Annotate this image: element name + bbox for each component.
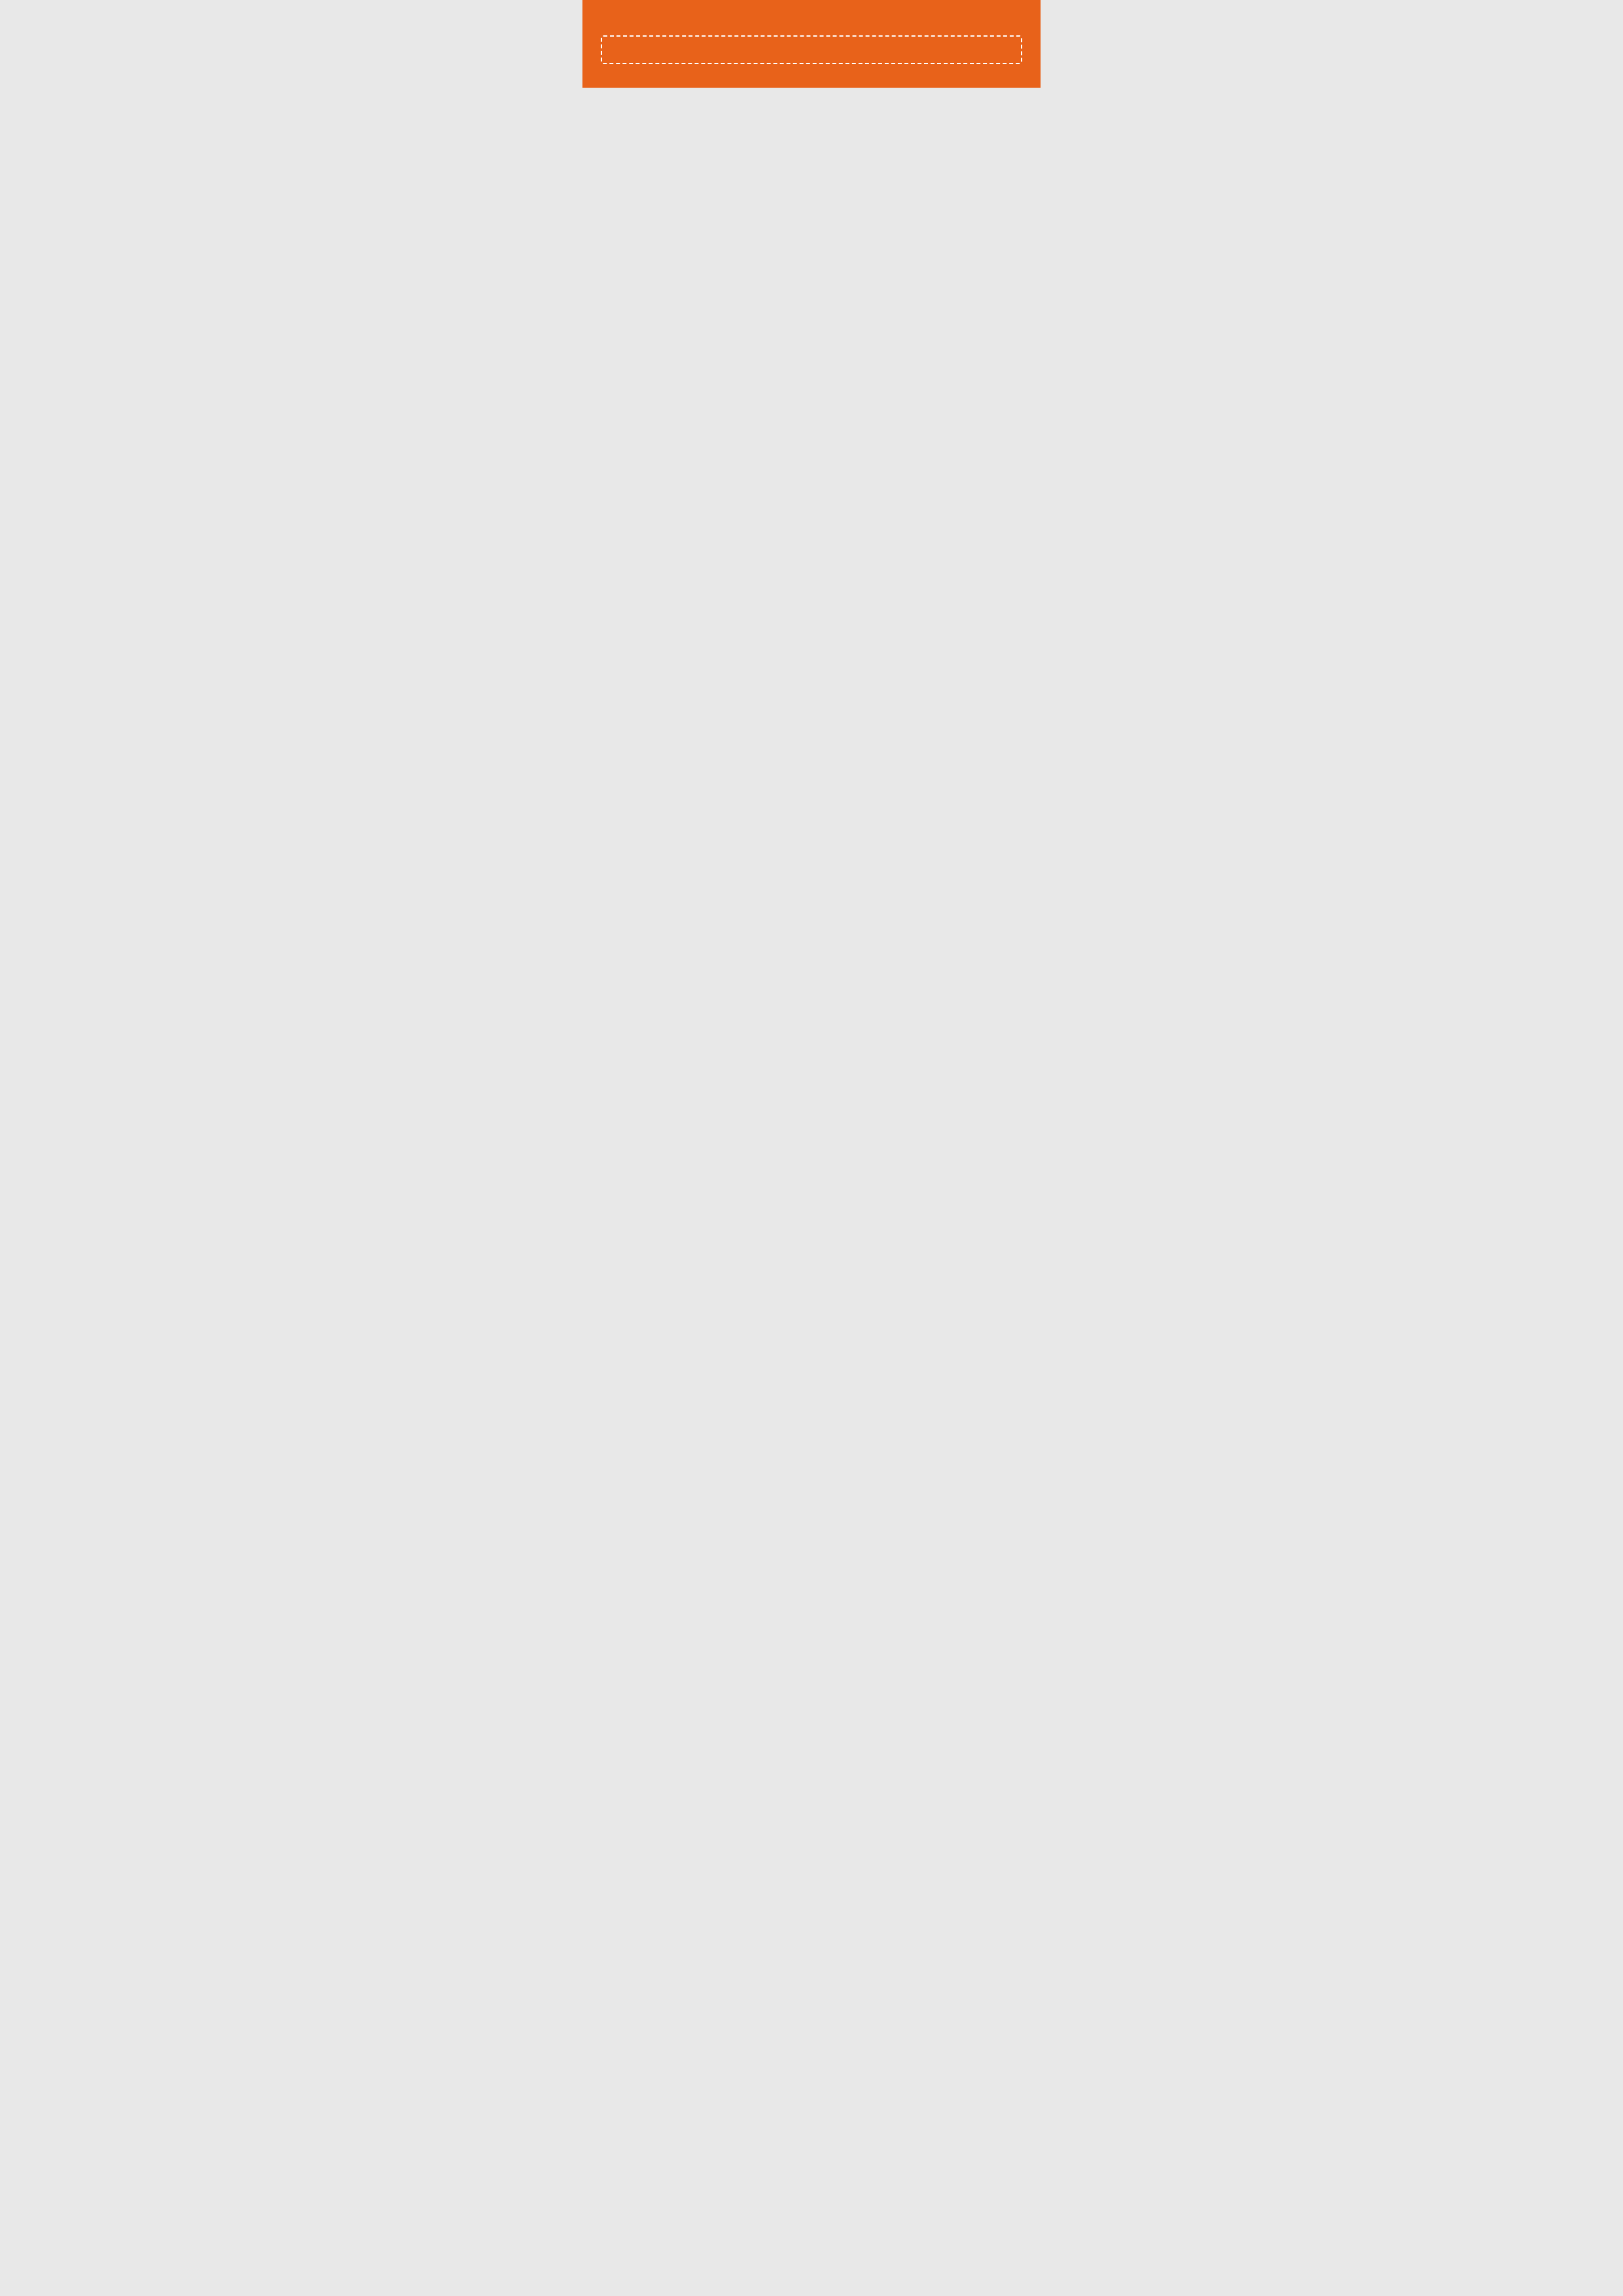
content-box (601, 35, 1022, 64)
poster (582, 0, 1041, 88)
